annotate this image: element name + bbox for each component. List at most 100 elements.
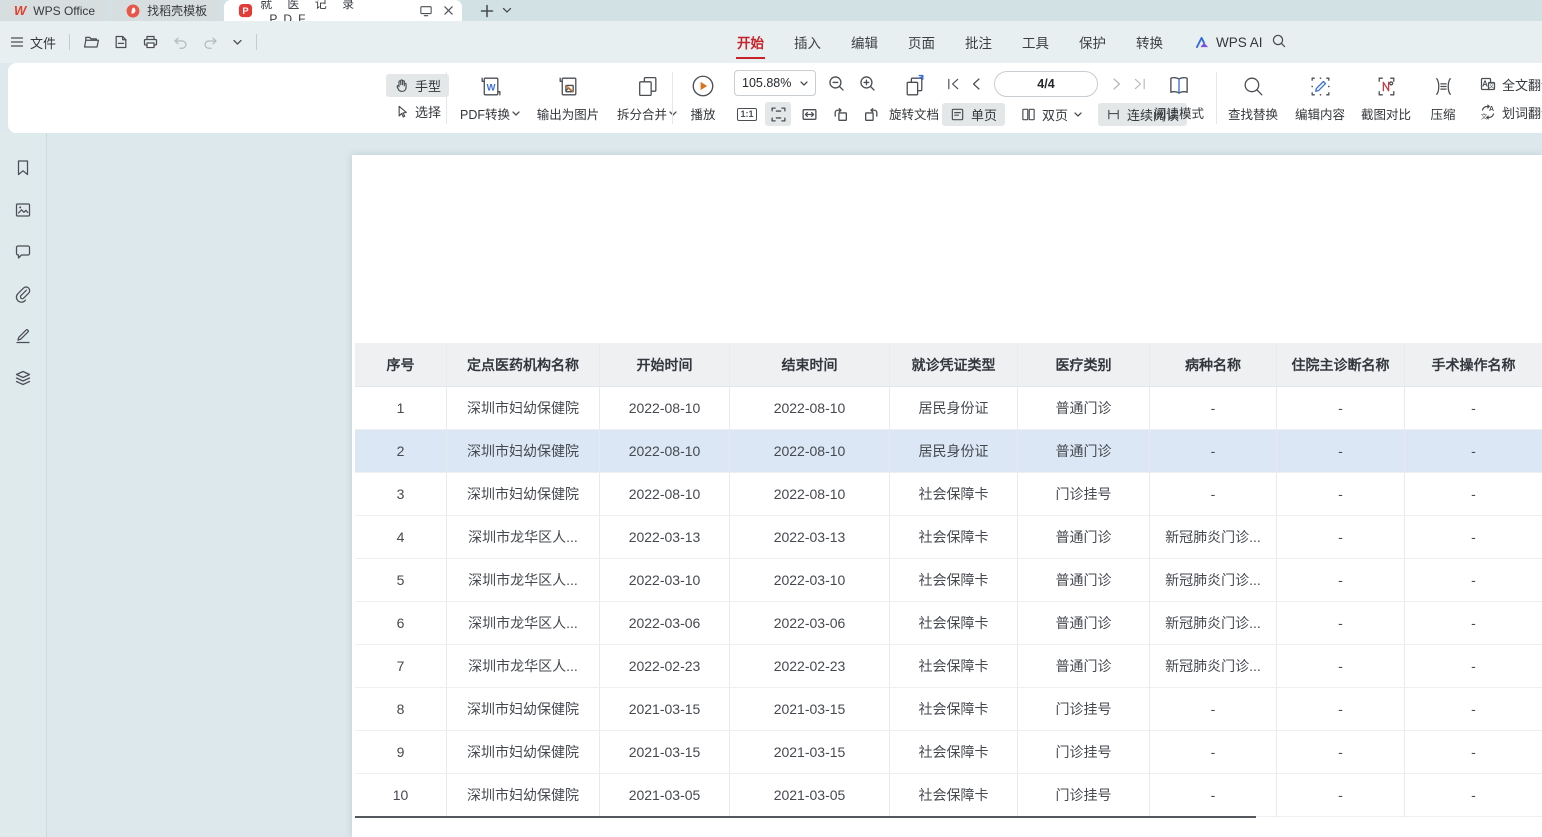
table-cell: 社会保障卡 (890, 602, 1018, 645)
ribbon-tab-protect[interactable]: 保护 (1079, 21, 1106, 63)
file-menu-button[interactable]: 文件 (10, 33, 56, 52)
print-icon[interactable] (142, 34, 159, 50)
compress-button[interactable]: 压缩 (1420, 74, 1466, 123)
tab-docer-label: 找稻壳模板 (147, 2, 207, 19)
zoom-out-icon[interactable] (825, 72, 847, 94)
ribbon-tab-tools[interactable]: 工具 (1022, 21, 1049, 63)
pdf-convert-button[interactable]: W PDF转换 (454, 74, 526, 123)
find-replace-button[interactable]: 查找替换 (1220, 74, 1286, 123)
continuous-reading-icon (1106, 107, 1121, 122)
table-cell: 门诊挂号 (1018, 688, 1150, 731)
table-cell: 5 (355, 559, 447, 602)
table-cell: 6 (355, 602, 447, 645)
page-indicator[interactable]: 4/4 (994, 71, 1098, 97)
table-cell: - (1150, 430, 1277, 473)
table-row: 6深圳市龙华区人...2022-03-062022-03-06社会保障卡普通门诊… (355, 602, 1542, 645)
comment-icon[interactable] (13, 242, 33, 262)
ribbon-tab-insert[interactable]: 插入 (794, 21, 821, 63)
last-page-icon[interactable] (1128, 73, 1150, 95)
close-tab-icon[interactable] (443, 5, 454, 16)
table-cell: - (1277, 602, 1405, 645)
svg-text:A: A (1489, 106, 1494, 113)
docer-icon (126, 4, 140, 18)
edit-content-button[interactable]: 编辑内容 (1288, 74, 1352, 123)
search-icon[interactable] (1271, 33, 1287, 49)
actual-size-label: 1:1 (737, 108, 756, 121)
monitor-icon[interactable] (419, 5, 433, 17)
undo-icon[interactable] (172, 35, 189, 50)
divider (256, 34, 257, 50)
single-page-button[interactable]: 单页 (942, 103, 1005, 126)
redo-icon[interactable] (202, 35, 219, 50)
wps-ai-icon (1195, 36, 1210, 49)
rotate-right-button[interactable] (858, 102, 884, 126)
screenshot-compare-label: 截图对比 (1361, 104, 1411, 123)
ribbon-tab-home[interactable]: 开始 (737, 21, 764, 63)
table-cell: 2022-03-13 (730, 516, 890, 559)
table-cell: 门诊挂号 (1018, 473, 1150, 516)
read-mode-button[interactable]: 阅读模式 (1148, 74, 1210, 122)
table-bottom-border (355, 816, 1256, 818)
table-header-row: 序号定点医药机构名称开始时间结束时间就诊凭证类型医疗类别病种名称住院主诊断名称手… (355, 343, 1542, 387)
zoom-level-select[interactable]: 105.88% (734, 70, 816, 96)
table-cell: 新冠肺炎门诊... (1150, 645, 1277, 688)
table-cell: 2022-03-13 (600, 516, 730, 559)
split-merge-label: 拆分合并 (617, 104, 667, 123)
navigation-sidebar (0, 133, 47, 837)
table-cell: - (1150, 688, 1277, 731)
table-cell: - (1405, 774, 1542, 817)
tab-wps-office[interactable]: W WPS Office (0, 0, 109, 21)
save-icon[interactable] (113, 34, 129, 50)
fit-page-button[interactable] (765, 102, 791, 126)
table-cell: 2022-08-10 (600, 473, 730, 516)
full-translate-button[interactable]: A文 全文翻译 (1476, 74, 1542, 95)
previous-page-icon[interactable] (964, 73, 986, 95)
signature-pen-icon[interactable] (13, 326, 33, 346)
word-translate-button[interactable]: A文 划词翻译 (1476, 102, 1542, 123)
table-cell: 2021-03-05 (600, 774, 730, 817)
attachment-icon[interactable] (13, 284, 33, 304)
table-cell: 2022-03-10 (600, 559, 730, 602)
table-header-cell: 医疗类别 (1018, 343, 1150, 387)
ribbon-tab-convert[interactable]: 转换 (1136, 21, 1163, 63)
double-page-icon (1021, 107, 1036, 122)
tab-list-chevron-icon[interactable] (497, 0, 517, 21)
export-image-button[interactable]: 输出为图片 (530, 74, 606, 123)
actual-size-button[interactable]: 1:1 (734, 102, 760, 126)
bookmark-icon[interactable] (13, 158, 33, 178)
select-tool-button[interactable]: 选择 (386, 100, 449, 123)
zoom-in-icon[interactable] (856, 72, 878, 94)
new-tab-button[interactable] (477, 0, 497, 21)
double-page-button[interactable]: 双页 (1013, 103, 1090, 126)
table-cell: 社会保障卡 (890, 516, 1018, 559)
rotate-left-button[interactable] (827, 102, 853, 126)
wps-ai-button[interactable]: WPS AI (1195, 21, 1263, 63)
first-page-icon[interactable] (942, 73, 964, 95)
ribbon-tab-edit[interactable]: 编辑 (851, 21, 878, 63)
tab-document-active[interactable]: P 就 医 记 录 .PDF (224, 0, 462, 21)
table-cell: - (1405, 516, 1542, 559)
table-cell: 新冠肺炎门诊... (1150, 602, 1277, 645)
hand-tool-button[interactable]: 手型 (386, 74, 449, 97)
table-cell: 深圳市妇幼保健院 (447, 387, 600, 430)
document-viewport[interactable]: 序号定点医药机构名称开始时间结束时间就诊凭证类型医疗类别病种名称住院主诊断名称手… (48, 133, 1542, 837)
screenshot-compare-button[interactable]: 截图对比 (1354, 74, 1418, 123)
thumbnail-icon[interactable] (13, 200, 33, 220)
next-page-icon[interactable] (1106, 73, 1128, 95)
open-folder-icon[interactable] (83, 34, 100, 50)
table-cell: - (1150, 774, 1277, 817)
ribbon-tab-comment[interactable]: 批注 (965, 21, 992, 63)
layers-icon[interactable] (13, 368, 33, 388)
tab-docer-templates[interactable]: 找稻壳模板 (112, 0, 221, 21)
play-button[interactable]: 播放 (680, 73, 726, 123)
ribbon-tab-page[interactable]: 页面 (908, 21, 935, 63)
word-translate-label: 划词翻译 (1502, 103, 1542, 122)
table-header-cell: 结束时间 (730, 343, 890, 387)
rotate-document-button[interactable]: 旋转文档 (884, 74, 944, 123)
table-cell: - (1150, 731, 1277, 774)
fit-width-button[interactable] (796, 102, 822, 126)
table-cell: 3 (355, 473, 447, 516)
quick-access-chevron-icon[interactable] (232, 39, 243, 46)
pdf-convert-label: PDF转换 (460, 104, 510, 123)
table-cell: 普通门诊 (1018, 387, 1150, 430)
